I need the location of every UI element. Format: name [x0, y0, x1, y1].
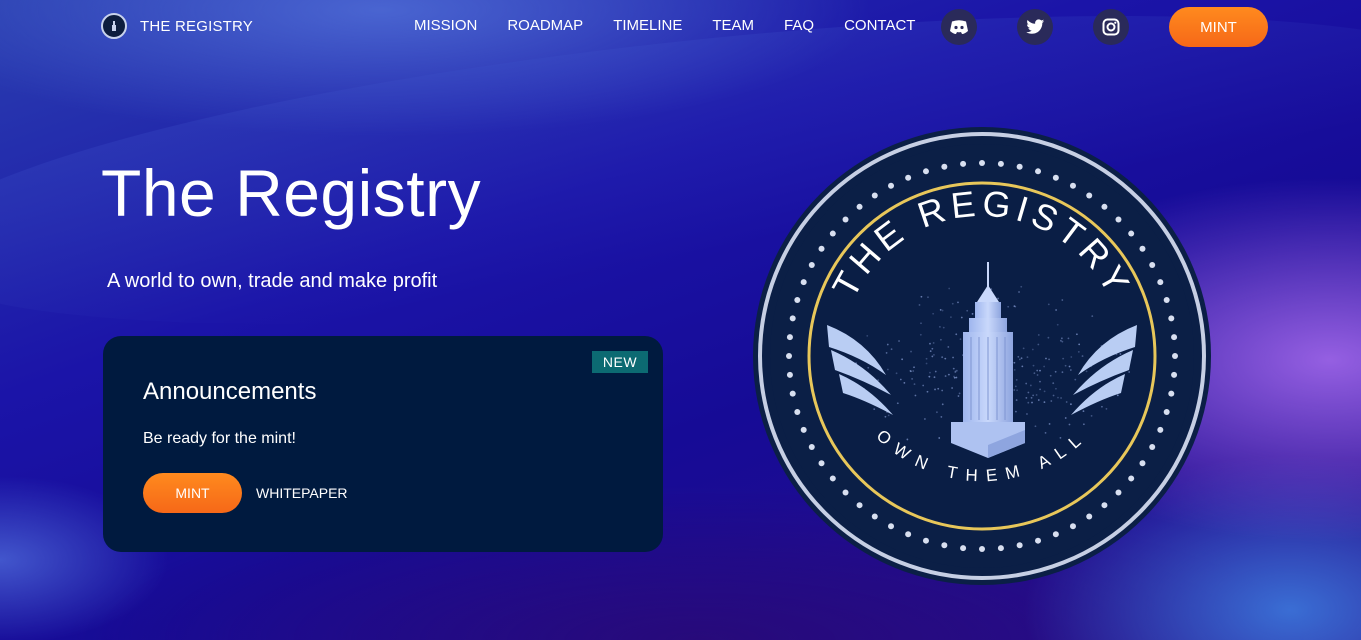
new-badge: NEW	[592, 351, 648, 373]
mint-button[interactable]: MINT	[1169, 7, 1268, 47]
whitepaper-link[interactable]: WHITEPAPER	[256, 485, 348, 501]
registry-seal-icon	[101, 13, 127, 39]
instagram-button[interactable]	[1093, 9, 1129, 45]
hero-title: The Registry	[101, 156, 482, 230]
registry-emblem-graphic: THE REGISTRY OWN THEM ALL	[753, 127, 1211, 585]
announcement-title: Announcements	[143, 378, 317, 405]
announcement-mint-button[interactable]: MINT	[143, 473, 242, 513]
twitter-icon	[1025, 19, 1044, 34]
brand[interactable]: THE REGISTRY	[101, 13, 253, 39]
top-navigation: THE REGISTRY MISSION ROADMAP TIMELINE TE…	[0, 0, 1361, 54]
nav-item-timeline[interactable]: TIMELINE	[613, 17, 682, 34]
nav-item-mission[interactable]: MISSION	[414, 17, 477, 34]
discord-icon	[950, 20, 968, 34]
twitter-button[interactable]	[1017, 9, 1053, 45]
nav-item-contact[interactable]: CONTACT	[844, 17, 915, 34]
nav-item-team[interactable]: TEAM	[712, 17, 754, 34]
announcement-text: Be ready for the mint!	[143, 430, 296, 447]
registry-emblem: THE REGISTRY OWN THEM ALL	[751, 125, 1213, 587]
announcement-card: NEW Announcements Be ready for the mint!…	[103, 336, 663, 552]
main-menu: MISSION ROADMAP TIMELINE TEAM FAQ CONTAC…	[414, 17, 945, 34]
discord-button[interactable]	[941, 9, 977, 45]
nav-item-faq[interactable]: FAQ	[784, 17, 814, 34]
nav-item-roadmap[interactable]: ROADMAP	[507, 17, 583, 34]
hero-subtitle: A world to own, trade and make profit	[107, 270, 438, 292]
brand-name: THE REGISTRY	[140, 17, 253, 35]
instagram-icon	[1102, 18, 1120, 36]
